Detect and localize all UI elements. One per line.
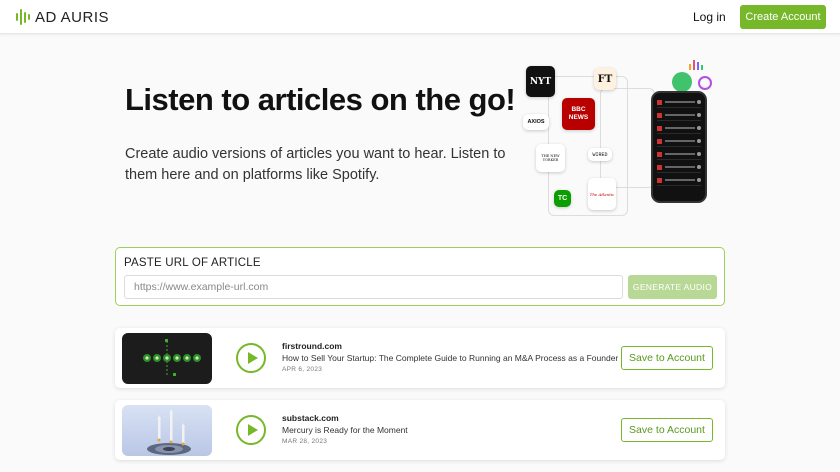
top-nav: AD AURIS Log in Create Account bbox=[0, 0, 840, 34]
save-to-account-button[interactable]: Save to Account bbox=[621, 346, 713, 370]
spotify-icon bbox=[672, 72, 692, 92]
wired-logo-icon: WIRED bbox=[588, 148, 612, 161]
hero-subtitle: Create audio versions of articles you wa… bbox=[125, 146, 506, 183]
article-card: substack.com Mercury is Ready for the Mo… bbox=[115, 400, 725, 460]
hero-title: Listen to articles on the go! bbox=[125, 82, 516, 117]
soundwave-logo-icon bbox=[16, 8, 30, 26]
url-form-label: PASTE URL OF ARTICLE bbox=[124, 257, 261, 269]
url-form-card: PASTE URL OF ARTICLE GENERATE AUDIO bbox=[115, 247, 725, 306]
new-yorker-logo-icon: THE NEW YORKER bbox=[536, 144, 565, 172]
ft-logo-icon: FT bbox=[594, 68, 616, 90]
axios-logo-icon: AXIOS bbox=[523, 114, 549, 130]
atlantic-logo-icon: The Atlantic bbox=[588, 178, 616, 210]
bbc-news-logo-icon: BBC NEWS bbox=[562, 98, 595, 130]
login-link[interactable]: Log in bbox=[693, 10, 726, 24]
podcast-icon bbox=[688, 58, 704, 72]
article-title[interactable]: How to Sell Your Startup: The Complete G… bbox=[282, 353, 618, 363]
phone-mockup bbox=[651, 91, 707, 203]
nyt-logo-icon: NYT bbox=[526, 66, 555, 97]
article-date: APR 6, 2023 bbox=[282, 366, 323, 373]
article-card: firstround.com How to Sell Your Startup:… bbox=[115, 328, 725, 388]
article-title[interactable]: Mercury is Ready for the Moment bbox=[282, 425, 408, 435]
article-url-input[interactable] bbox=[124, 275, 623, 299]
publishers-illustration: NYT FT BBC NEWS AXIOS THE NEW YORKER WIR… bbox=[520, 58, 720, 218]
generate-audio-button[interactable]: GENERATE AUDIO bbox=[628, 275, 717, 299]
article-thumbnail[interactable] bbox=[122, 333, 212, 384]
save-to-account-button[interactable]: Save to Account bbox=[621, 418, 713, 442]
techcrunch-logo-icon: TC bbox=[554, 190, 571, 207]
play-button[interactable] bbox=[236, 415, 266, 445]
article-source: substack.com bbox=[282, 413, 339, 423]
connector-lines bbox=[600, 88, 655, 188]
apple-podcasts-icon bbox=[698, 76, 712, 90]
article-thumbnail[interactable] bbox=[122, 405, 212, 456]
logo[interactable]: AD AURIS bbox=[16, 8, 109, 26]
article-date: MAR 28, 2023 bbox=[282, 438, 328, 445]
logo-text: AD AURIS bbox=[35, 8, 110, 26]
play-button[interactable] bbox=[236, 343, 266, 373]
create-account-button[interactable]: Create Account bbox=[740, 5, 826, 29]
article-source: firstround.com bbox=[282, 341, 342, 351]
